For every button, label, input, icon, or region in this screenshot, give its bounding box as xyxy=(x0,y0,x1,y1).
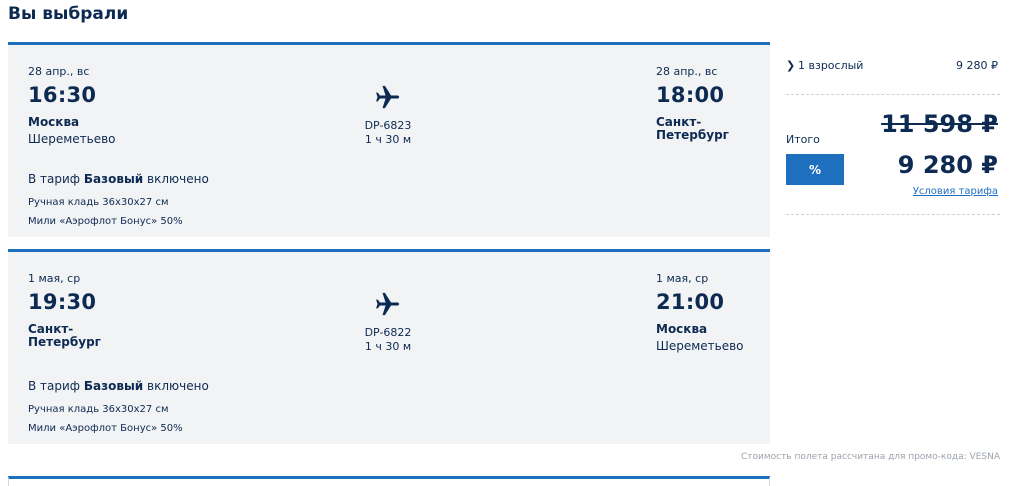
departure-airport: Шереметьево xyxy=(28,132,116,146)
tariff-suffix: включено xyxy=(143,172,209,186)
arrival-city: Москва xyxy=(656,322,708,336)
tariff-prefix: В тариф xyxy=(28,379,84,393)
total-label: Итого xyxy=(786,133,820,146)
arrival-airport: Шереметьево xyxy=(656,339,744,353)
departure-city: Москва xyxy=(28,115,80,129)
divider xyxy=(786,214,1000,215)
tariff-conditions-link[interactable]: Условия тарифа xyxy=(913,186,998,197)
passengers-price: 9 280 ₽ xyxy=(956,59,998,72)
passengers-row[interactable]: ❯ 1 взрослый 9 280 ₽ xyxy=(786,58,1000,74)
baggage-info: Ручная кладь 36x30x27 см xyxy=(28,404,169,415)
plane-icon xyxy=(376,292,400,316)
tariff-info: В тариф Базовый включено xyxy=(28,379,209,393)
promo-code-note: Стоимость полета рассчитана для промо-ко… xyxy=(740,452,1000,462)
arrival-time: 21:00 xyxy=(656,290,725,314)
departure-time: 19:30 xyxy=(28,290,97,314)
flight-number: DP-6822 xyxy=(364,326,412,339)
miles-info: Мили «Аэрофлот Бонус» 50% xyxy=(28,423,183,434)
divider xyxy=(786,94,1000,95)
total-price: 9 280 ₽ xyxy=(897,151,998,179)
flight-card-return: 1 мая, ср 19:30 Санкт-Петербург DP-6822 … xyxy=(8,249,770,444)
departure-date: 1 мая, ср xyxy=(28,272,81,285)
arrival-time: 18:00 xyxy=(656,83,725,107)
tariff-name: Базовый xyxy=(83,379,144,393)
tariff-prefix: В тариф xyxy=(28,172,84,186)
tariff-suffix: включено xyxy=(143,379,209,393)
old-price: 11 598 ₽ xyxy=(881,110,998,138)
arrival-date: 28 апр., вс xyxy=(656,65,718,78)
baggage-info: Ручная кладь 36x30x27 см xyxy=(28,197,169,208)
flight-card-outbound: 28 апр., вс 16:30 Москва Шереметьево DP-… xyxy=(8,42,770,237)
departure-date: 28 апр., вс xyxy=(28,65,90,78)
tariff-name: Базовый xyxy=(83,172,144,186)
flight-number: DP-6823 xyxy=(364,119,412,132)
departure-time: 16:30 xyxy=(28,83,97,107)
tariff-info: В тариф Базовый включено xyxy=(28,172,209,186)
passengers-label: 1 взрослый xyxy=(798,59,864,72)
plane-icon xyxy=(376,85,400,109)
flight-duration: 1 ч 30 м xyxy=(364,340,412,353)
chevron-right-icon[interactable]: ❯ xyxy=(786,59,795,72)
miles-info: Мили «Аэрофлот Бонус» 50% xyxy=(28,216,183,227)
departure-city: Санкт-Петербург xyxy=(28,322,101,349)
promo-badge[interactable]: % xyxy=(786,154,844,185)
next-card-edge xyxy=(8,476,770,486)
flight-duration: 1 ч 30 м xyxy=(364,133,412,146)
arrival-city: Санкт-Петербург xyxy=(656,115,729,142)
page-title: Вы выбрали xyxy=(8,4,129,24)
arrival-date: 1 мая, ср xyxy=(656,272,709,285)
